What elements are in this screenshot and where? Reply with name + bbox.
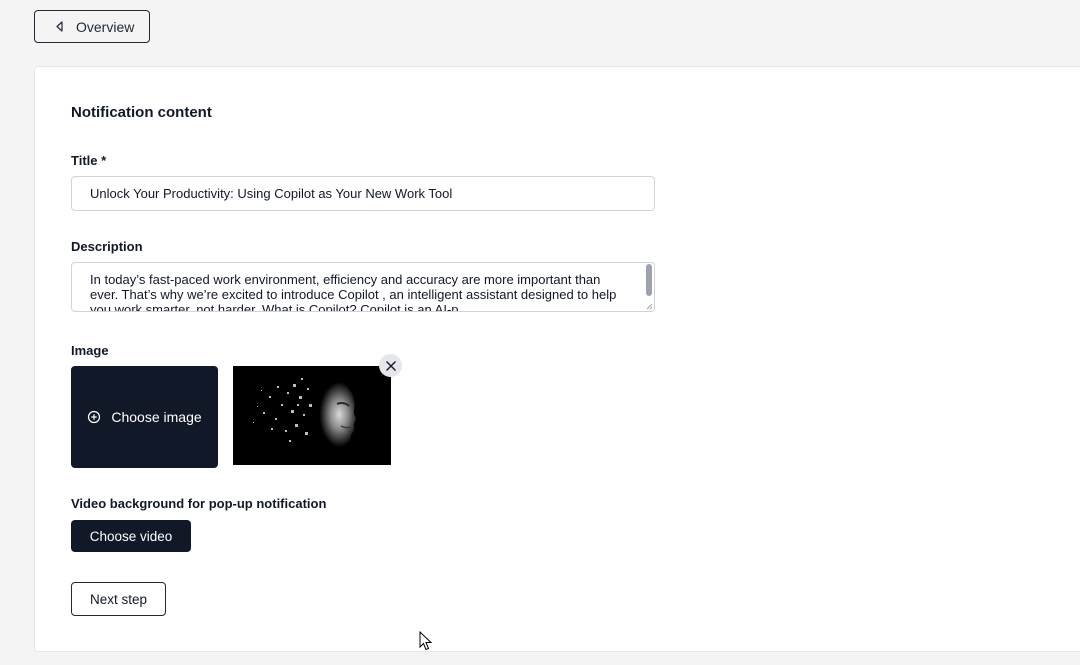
uploaded-image-thumbnail [233,366,391,465]
remove-image-button[interactable] [379,354,402,377]
mouse-pointer-icon [419,631,432,651]
overview-back-label: Overview [76,18,135,35]
form-card [34,66,1080,652]
description-text: In today’s fast-paced work environment, … [90,272,617,312]
title-input[interactable] [71,176,655,211]
close-icon [385,360,396,371]
plus-circle-icon [88,410,101,424]
video-label: Video background for pop-up notification [71,496,327,511]
description-textarea[interactable]: In today’s fast-paced work environment, … [71,262,655,312]
choose-image-label: Choose image [111,409,202,425]
choose-video-button[interactable]: Choose video [71,520,191,552]
title-label: Title * [71,153,107,168]
choose-image-button[interactable]: Choose image [71,366,218,468]
description-scrollbar[interactable] [646,264,652,296]
next-step-button[interactable]: Next step [71,582,166,616]
description-label: Description [71,239,143,254]
resize-grip-icon[interactable] [646,303,653,310]
image-label: Image [71,343,109,358]
overview-back-button[interactable]: Overview [34,10,150,43]
chevron-left-icon [56,21,63,32]
section-title: Notification content [71,104,212,121]
